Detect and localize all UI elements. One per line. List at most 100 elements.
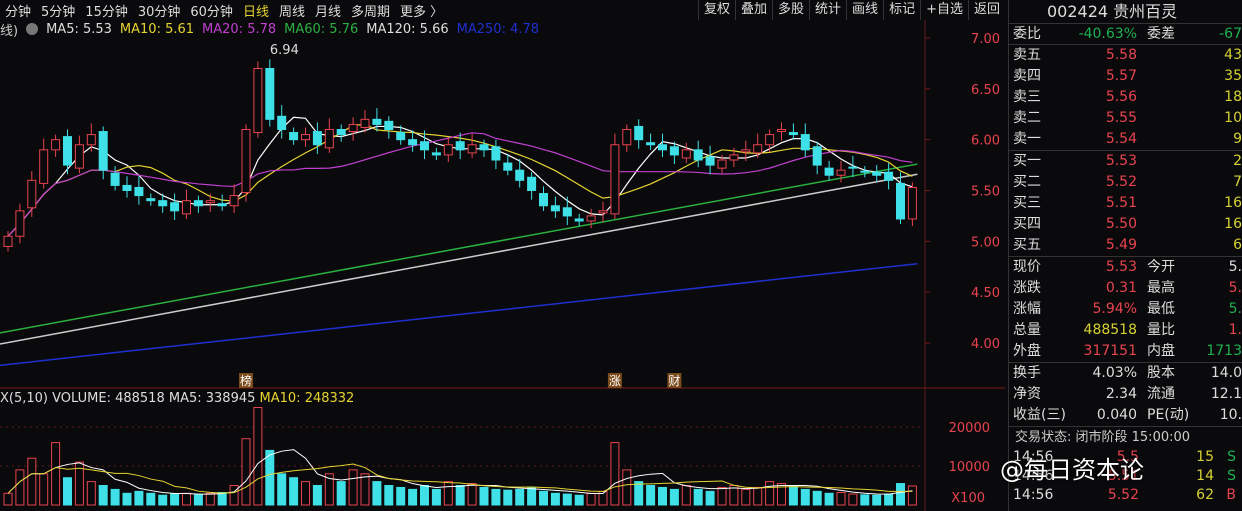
volume-bar	[15, 469, 25, 506]
tool-button[interactable]: 标记	[883, 0, 920, 20]
volume-bar	[289, 477, 299, 506]
order-price: 5.57	[1105, 68, 1137, 84]
stat-value: 5.94%	[1092, 301, 1137, 317]
tool-button[interactable]: 统计	[809, 0, 846, 20]
candle-body	[289, 132, 299, 141]
order-qty: 16	[1224, 195, 1242, 211]
volume-bar	[241, 438, 251, 506]
candle-body	[765, 134, 775, 146]
stat-value: 4.03%	[1092, 365, 1137, 381]
candle-body	[396, 132, 406, 141]
period-tab[interactable]: 月线	[310, 1, 346, 20]
candle-body	[277, 115, 287, 130]
period-tab[interactable]: 更多 〉	[395, 1, 448, 20]
period-tab[interactable]: 15分钟	[80, 1, 133, 20]
candle-body	[717, 159, 727, 169]
candle-body	[753, 144, 763, 154]
tick-side: S	[1227, 468, 1236, 484]
stat-value: 488518	[1083, 322, 1137, 338]
candle-body	[170, 202, 180, 212]
period-tab[interactable]: 日线	[238, 1, 274, 20]
kline-chart[interactable]: 7.00 6.50 6.00 5.50 5.00 4.50 4.00 6.94 榜 涨 财 X(5,1…	[0, 0, 1005, 511]
candle-body	[360, 118, 370, 128]
period-tab[interactable]: 多周期	[346, 1, 395, 20]
volume-bar	[158, 494, 168, 506]
order-qty: 6	[1233, 237, 1242, 253]
stat-label: 现价	[1013, 259, 1041, 275]
order-row: 卖二 5.55 10	[1009, 108, 1242, 129]
tool-button[interactable]: +自选	[920, 0, 968, 20]
volume-bar	[312, 485, 322, 506]
volume-bar	[515, 488, 525, 506]
volume-legend-ma10: MA10: 248332	[260, 391, 355, 406]
period-tab[interactable]: 60分钟	[185, 1, 238, 20]
volume-bar	[574, 494, 584, 506]
candle-body	[158, 200, 168, 207]
candle-body	[622, 129, 632, 146]
volume-bar	[420, 485, 429, 506]
volume-bar	[122, 492, 132, 506]
order-qty: 10	[1224, 110, 1242, 126]
tick-qty: 15	[1196, 449, 1214, 465]
volume-bar	[848, 493, 858, 506]
volume-bar	[51, 442, 61, 506]
stat-value: 0.040	[1096, 407, 1137, 423]
volume-bar	[301, 481, 310, 506]
volume-bar	[765, 481, 775, 506]
stat-label: 收益(三)	[1013, 407, 1066, 423]
order-price: 5.56	[1105, 89, 1137, 105]
tool-button[interactable]: 复权	[697, 0, 735, 20]
volume-bar	[741, 488, 751, 506]
tool-button[interactable]: 画线	[846, 0, 883, 20]
volume-bar	[884, 493, 894, 506]
volume-bar	[384, 485, 394, 506]
stat-label: 最高	[1147, 280, 1175, 296]
volume-bar	[193, 494, 203, 506]
stat-value: 5.	[1228, 301, 1242, 317]
volume-bar	[550, 492, 560, 506]
order-label: 买三	[1013, 195, 1041, 211]
candle-body	[348, 123, 358, 133]
candle-body	[658, 144, 667, 151]
volume-bar	[681, 485, 691, 506]
period-tab[interactable]: 5分钟	[36, 1, 80, 20]
tick-side: B	[1226, 487, 1236, 503]
quote-stats: 现价 5.53 今开 5. 涨跌 0.31 最高 5. 涨幅 5.94% 最低 5. 总量 488518 量…	[1009, 256, 1242, 362]
settings-toggle-icon[interactable]	[26, 23, 39, 35]
candle-body	[467, 144, 477, 154]
ma-legend-item: MA5: 5.53	[46, 21, 112, 37]
candle-body	[193, 200, 203, 207]
volume-bar	[646, 485, 656, 506]
order-label: 卖五	[1013, 47, 1041, 63]
volume-bar	[408, 488, 418, 506]
stat-label: 流通	[1147, 386, 1175, 402]
tool-button[interactable]: 返回	[967, 0, 1005, 20]
candle-body	[777, 129, 786, 133]
stat-label: 最低	[1147, 301, 1175, 317]
volume-bar	[907, 485, 917, 506]
candle-body	[598, 210, 608, 214]
volume-bar	[372, 481, 382, 506]
tool-button[interactable]: 多股	[772, 0, 809, 20]
candle-body	[110, 172, 120, 186]
volume-bar	[170, 493, 180, 506]
candle-body	[182, 200, 191, 215]
tool-button[interactable]: 叠加	[735, 0, 772, 20]
ma-legend-item: MA60: 5.76	[284, 21, 359, 37]
candle-body	[681, 149, 691, 159]
period-tab[interactable]: 30分钟	[133, 1, 186, 20]
stat-row: 外盘 317151 内盘 1713	[1009, 341, 1242, 362]
volume-bar	[717, 486, 727, 506]
stat-label: 换手	[1013, 365, 1041, 381]
order-book: 卖五 5.58 43 卖四 5.57 35 卖三 5.56 18 卖二 5.55 10 卖一 5.54 9 买…	[1009, 44, 1242, 256]
period-tab[interactable]: 周线	[274, 1, 310, 20]
candle-body	[253, 68, 263, 134]
period-tab[interactable]: 分钟	[0, 1, 36, 20]
volume-bar	[443, 481, 453, 506]
ma-legend: 线) MA5: 5.53 MA10: 5.61 MA20: 5.78 MA60: 5.7…	[0, 20, 539, 39]
candle-body	[312, 131, 322, 146]
volume-bar	[479, 486, 489, 506]
candle-body	[741, 149, 751, 153]
price-label: 6.50	[971, 83, 1000, 98]
volume-bar	[360, 473, 370, 506]
